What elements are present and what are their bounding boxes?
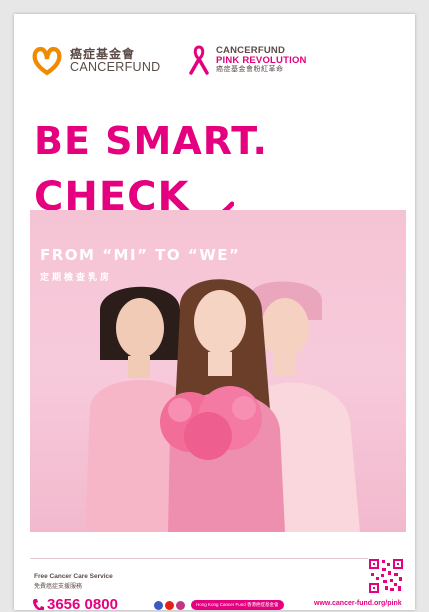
cancerfund-mark-icon [32,46,62,76]
logo1-chinese: 癌症基金會 [70,47,136,62]
qr-code-icon[interactable] [368,558,404,594]
logo2-line2: PINK REVOLUTION [216,55,307,67]
instagram-icon[interactable] [176,600,185,610]
service-chinese: 免費癌症支援服務 [34,584,83,590]
footer-divider [30,558,398,559]
youtube-icon[interactable] [165,600,174,610]
pink-revolution-logo: CANCERFUND PINK REVOLUTION 癌症基金會粉紅革命 [188,44,307,76]
social-links: Hong Kong Cancer Fund 香港癌症基金會 [154,600,284,610]
social-handle: Hong Kong Cancer Fund 香港癌症基金會 [191,600,284,610]
website-link[interactable]: www.cancer-fund.org/pink [314,600,402,607]
poster: 癌症基金會 CANCERFUND CANCERFUND PINK REVOLUT… [14,14,415,610]
logo2-line3: 癌症基金會粉紅革命 [216,66,284,74]
phone-number: 3656 0800 [47,596,118,610]
headline-line1: BE SMART. [34,119,268,163]
phone-icon [33,598,44,610]
cancerfund-logo: 癌症基金會 CANCERFUND [30,44,161,78]
care-service-info: Free Cancer Care Service 免費癌症支援服務 [34,573,113,590]
facebook-icon[interactable] [154,600,163,610]
service-english: Free Cancer Care Service [34,573,113,580]
hero-photo: FROM “MI” TO “WE” 定期檢查乳房 [30,210,406,532]
three-women-illustration [85,279,360,532]
logo1-english: CANCERFUND [70,59,161,74]
pink-ribbon-icon [189,45,209,75]
hotline[interactable]: 3656 0800 [32,596,118,610]
